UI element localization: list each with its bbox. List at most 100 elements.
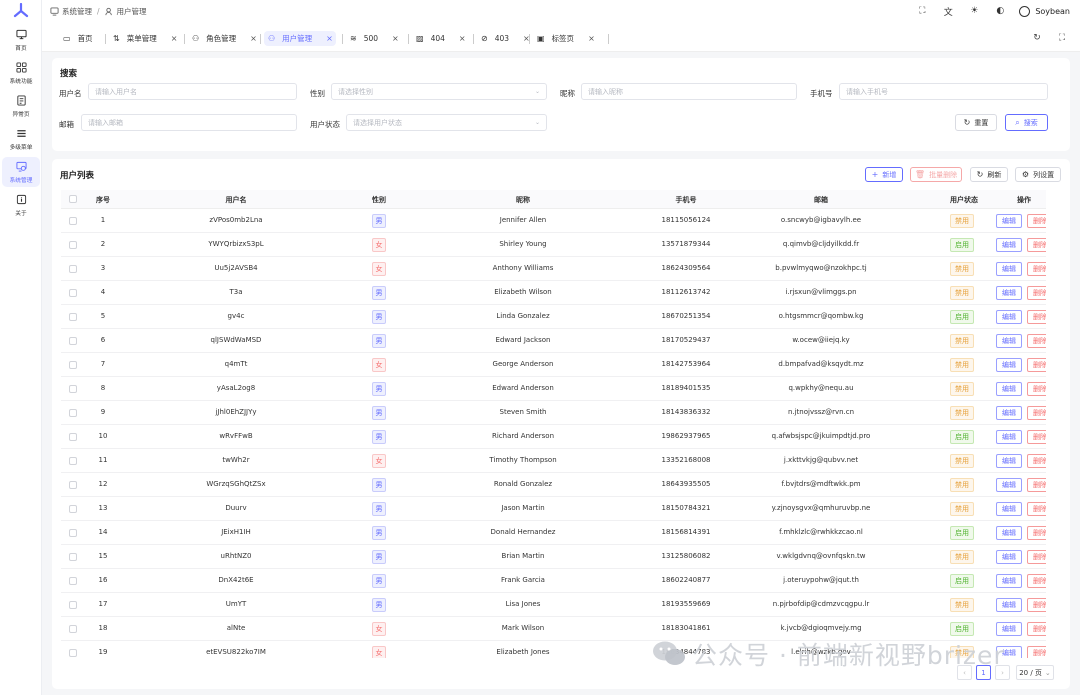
edit-button[interactable]: 编辑 (996, 406, 1022, 420)
close-icon[interactable]: × (459, 34, 466, 43)
delete-button[interactable]: 删除 (1027, 502, 1046, 516)
row-checkbox[interactable] (69, 577, 77, 585)
next-page-button[interactable]: › (995, 665, 1010, 680)
tab-0[interactable]: ▭ 首页 (59, 31, 103, 46)
row-checkbox[interactable] (69, 361, 77, 369)
soybean-logo[interactable] (0, 0, 42, 22)
edit-button[interactable]: 编辑 (996, 550, 1022, 564)
delete-button[interactable]: 删除 (1027, 622, 1046, 636)
column-settings-button[interactable]: ⚙ 列设置 (1015, 167, 1061, 182)
row-checkbox[interactable] (69, 553, 77, 561)
sidebar-item-3[interactable]: 多级菜单 (2, 124, 40, 154)
breadcrumb-item-user[interactable]: 用户管理 (117, 6, 147, 17)
close-icon[interactable]: × (588, 34, 595, 43)
delete-button[interactable]: 删除 (1027, 286, 1046, 300)
add-button[interactable]: + 新增 (865, 167, 903, 182)
table-body[interactable]: 1 zVPos0mb2Lna 男 Jennifer Allen 18115056124 o… (61, 209, 1046, 658)
edit-button[interactable]: 编辑 (996, 262, 1022, 276)
delete-button[interactable]: 删除 (1027, 310, 1046, 324)
email-input[interactable]: 请输入邮箱 (81, 114, 297, 131)
phone-input[interactable]: 请输入手机号 (839, 83, 1048, 100)
username-input[interactable]: 请输入用户名 (88, 83, 297, 100)
edit-button[interactable]: 编辑 (996, 358, 1022, 372)
edit-button[interactable]: 编辑 (996, 598, 1022, 612)
row-checkbox[interactable] (69, 457, 77, 465)
row-checkbox[interactable] (69, 433, 77, 441)
edit-button[interactable]: 编辑 (996, 646, 1022, 658)
delete-button[interactable]: 删除 (1027, 358, 1046, 372)
edit-button[interactable]: 编辑 (996, 334, 1022, 348)
fullscreen-icon[interactable]: ⛶ (915, 4, 929, 18)
edit-button[interactable]: 编辑 (996, 214, 1022, 228)
status-select[interactable]: 请选择用户状态 ⌄ (346, 114, 547, 131)
page-1-button[interactable]: 1 (976, 665, 991, 680)
edit-button[interactable]: 编辑 (996, 382, 1022, 396)
delete-button[interactable]: 删除 (1027, 574, 1046, 588)
close-icon[interactable]: × (326, 34, 333, 43)
tab-5[interactable]: ▨ 404 × (412, 31, 466, 46)
tab-2[interactable]: ⚇ 角色管理 × (188, 31, 260, 46)
row-checkbox[interactable] (69, 265, 77, 273)
edit-button[interactable]: 编辑 (996, 238, 1022, 252)
fullscreen-content-icon[interactable]: ⛶ (1055, 31, 1069, 45)
gender-select[interactable]: 请选择性别 ⌄ (331, 83, 547, 100)
edit-button[interactable]: 编辑 (996, 454, 1022, 468)
edit-button[interactable]: 编辑 (996, 526, 1022, 540)
delete-button[interactable]: 删除 (1027, 214, 1046, 228)
prev-page-button[interactable]: ‹ (957, 665, 972, 680)
sidebar-item-2[interactable]: 异常页 (2, 91, 40, 121)
delete-button[interactable]: 删除 (1027, 262, 1046, 276)
delete-button[interactable]: 删除 (1027, 646, 1046, 658)
sun-icon[interactable]: ☀ (967, 4, 981, 18)
row-checkbox[interactable] (69, 481, 77, 489)
nickname-input[interactable]: 请输入昵称 (581, 83, 797, 100)
delete-button[interactable]: 删除 (1027, 238, 1046, 252)
row-checkbox[interactable] (69, 337, 77, 345)
edit-button[interactable]: 编辑 (996, 502, 1022, 516)
edit-button[interactable]: 编辑 (996, 430, 1022, 444)
search-button[interactable]: ⌕ 搜索 (1005, 114, 1048, 131)
user-menu[interactable]: Soybean (1019, 5, 1070, 17)
delete-button[interactable]: 删除 (1027, 430, 1046, 444)
edit-button[interactable]: 编辑 (996, 310, 1022, 324)
page-size-select[interactable]: 20 / 页 ⌄ (1016, 665, 1054, 680)
row-checkbox[interactable] (69, 313, 77, 321)
sidebar-item-1[interactable]: 系统功能 (2, 58, 40, 88)
batch-delete-button[interactable]: 🗑 批量删除 (910, 167, 962, 182)
row-checkbox[interactable] (69, 505, 77, 513)
row-checkbox[interactable] (69, 217, 77, 225)
reset-button[interactable]: ↻ 重置 (955, 114, 997, 131)
close-icon[interactable]: × (171, 34, 178, 43)
close-icon[interactable]: × (392, 34, 399, 43)
tab-6[interactable]: ⊘ 403 × (477, 31, 530, 46)
row-checkbox[interactable] (69, 649, 77, 657)
edit-button[interactable]: 编辑 (996, 286, 1022, 300)
tab-7[interactable]: ▣ 标签页 × (533, 31, 603, 46)
tab-3[interactable]: ⚇ 用户管理 × (264, 31, 336, 46)
delete-button[interactable]: 删除 (1027, 598, 1046, 612)
row-checkbox[interactable] (69, 241, 77, 249)
row-checkbox[interactable] (69, 601, 77, 609)
edit-button[interactable]: 编辑 (996, 622, 1022, 636)
breadcrumb-item-system[interactable]: 系统管理 (62, 6, 92, 17)
row-checkbox[interactable] (69, 289, 77, 297)
tab-4[interactable]: ≋ 500 × (346, 31, 399, 46)
edit-button[interactable]: 编辑 (996, 478, 1022, 492)
theme-config-icon[interactable]: ◐ (993, 4, 1007, 18)
select-all-checkbox[interactable] (69, 195, 77, 203)
row-checkbox[interactable] (69, 409, 77, 417)
row-checkbox[interactable] (69, 385, 77, 393)
delete-button[interactable]: 删除 (1027, 454, 1046, 468)
sidebar-item-4[interactable]: 系统管理 (2, 157, 40, 187)
delete-button[interactable]: 删除 (1027, 382, 1046, 396)
row-checkbox[interactable] (69, 625, 77, 633)
row-checkbox[interactable] (69, 529, 77, 537)
language-icon[interactable]: 文 (941, 4, 955, 18)
refresh-button[interactable]: ↻ 刷新 (970, 167, 1008, 182)
delete-button[interactable]: 删除 (1027, 526, 1046, 540)
delete-button[interactable]: 删除 (1027, 550, 1046, 564)
delete-button[interactable]: 删除 (1027, 406, 1046, 420)
sidebar-item-5[interactable]: 关于 (2, 190, 40, 220)
edit-button[interactable]: 编辑 (996, 574, 1022, 588)
close-icon[interactable]: × (250, 34, 257, 43)
